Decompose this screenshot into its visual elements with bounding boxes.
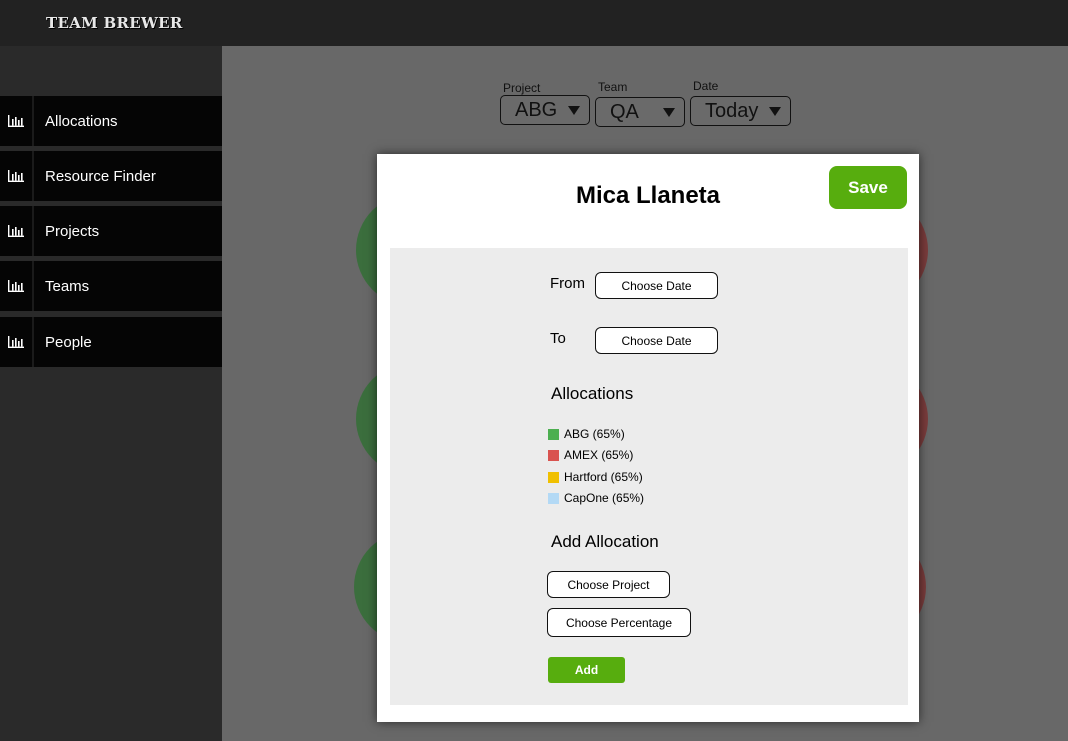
sidebar-item-teams[interactable]: Teams xyxy=(0,261,222,311)
to-date-picker[interactable]: Choose Date xyxy=(595,327,718,354)
app-logo[interactable]: TEAM BREWER xyxy=(46,14,183,32)
sidebar-item-label: Resource Finder xyxy=(45,167,156,185)
sidebar-item-projects[interactable]: Projects xyxy=(0,206,222,256)
bar-chart-icon xyxy=(0,261,34,311)
project-select[interactable]: ABG xyxy=(500,95,590,125)
allocation-item-label: ABG (65%) xyxy=(564,427,625,441)
sidebar-item-allocations[interactable]: Allocations xyxy=(0,96,222,146)
sidebar-item-label: People xyxy=(45,333,92,351)
legend-swatch xyxy=(548,449,559,461)
save-button[interactable]: Save xyxy=(829,166,907,209)
date-filter-label: Date xyxy=(693,79,719,93)
allocation-item: CapOne (65%) xyxy=(548,491,644,505)
date-filter: Date Today xyxy=(690,79,791,126)
bar-chart-icon xyxy=(0,96,34,146)
date-select-value: Today xyxy=(705,99,759,122)
bar-chart-icon xyxy=(0,206,34,256)
add-allocation-heading: Add Allocation xyxy=(551,532,659,551)
person-allocation-modal: Mica Llaneta Save From Choose Date To Ch… xyxy=(377,154,919,722)
project-select-value: ABG xyxy=(515,98,558,121)
allocation-item-label: Hartford (65%) xyxy=(564,470,643,484)
from-label: From xyxy=(550,275,585,292)
sidebar-item-label: Teams xyxy=(45,277,90,295)
sidebar-item-resource-finder[interactable]: Resource Finder xyxy=(0,151,222,201)
choose-percentage-select[interactable]: Choose Percentage xyxy=(547,608,691,637)
allocation-form-panel: From Choose Date To Choose Date Allocati… xyxy=(390,248,908,705)
caret-down-icon xyxy=(663,108,675,117)
sidebar-item-label: Allocations xyxy=(45,112,118,130)
caret-down-icon xyxy=(568,106,580,115)
add-allocation-button[interactable]: Add xyxy=(548,657,625,683)
project-filter-label: Project xyxy=(503,81,541,95)
bar-chart-icon xyxy=(0,317,34,367)
team-select[interactable]: QA xyxy=(595,97,685,127)
allocations-heading: Allocations xyxy=(551,384,634,403)
sidebar: Allocations Resource Finder Projects Tea… xyxy=(0,46,222,741)
team-select-value: QA xyxy=(610,100,639,123)
to-label: To xyxy=(550,330,566,347)
caret-down-icon xyxy=(769,107,781,116)
legend-swatch xyxy=(548,492,559,504)
sidebar-item-label: Projects xyxy=(45,222,100,240)
team-filter: Team QA xyxy=(595,80,685,127)
allocation-item-label: AMEX (65%) xyxy=(564,448,634,462)
sidebar-item-people[interactable]: People xyxy=(0,317,222,367)
allocation-item-label: CapOne (65%) xyxy=(564,491,645,505)
allocation-item: ABG (65%) xyxy=(548,427,625,441)
allocation-item: AMEX (65%) xyxy=(548,448,633,462)
from-date-picker[interactable]: Choose Date xyxy=(595,272,718,299)
project-filter: Project ABG xyxy=(500,81,590,127)
date-select[interactable]: Today xyxy=(690,96,791,126)
legend-swatch xyxy=(548,428,559,440)
choose-project-select[interactable]: Choose Project xyxy=(547,571,670,598)
legend-swatch xyxy=(548,471,559,483)
allocation-item: Hartford (65%) xyxy=(548,470,643,484)
team-filter-label: Team xyxy=(598,80,628,94)
top-bar: TEAM BREWER xyxy=(0,0,1068,46)
bar-chart-icon xyxy=(0,151,34,201)
